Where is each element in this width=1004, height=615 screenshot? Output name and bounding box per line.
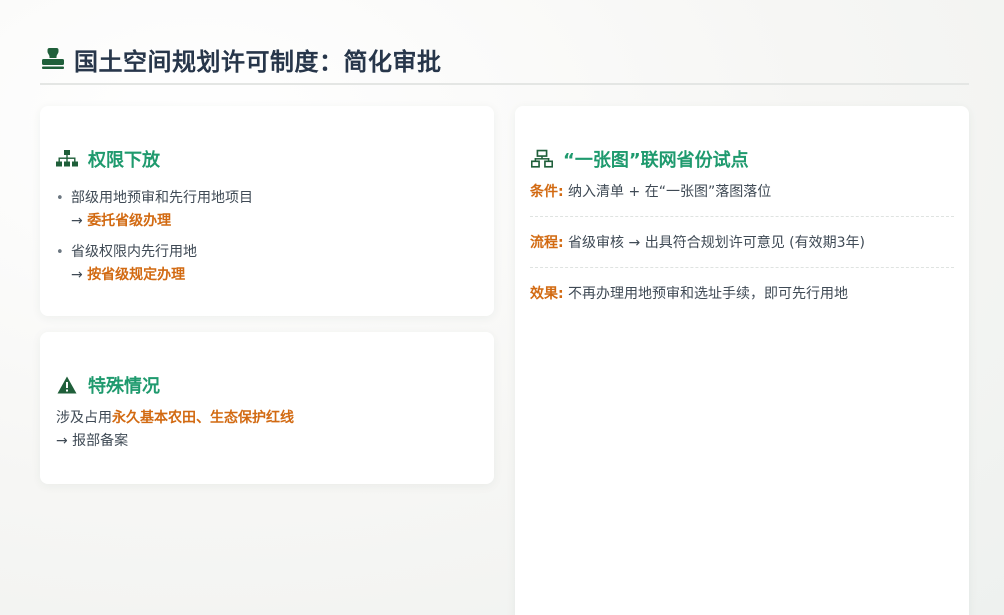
pilot-rows: 条件: 纳入清单 + 在“一张图”落图落位 流程: 省级审核 → 出具符合规划许… (530, 182, 954, 318)
pilot-row-process: 流程: 省级审核 → 出具符合规划许可意见 (有效期3年) (530, 216, 954, 267)
page-title: 国土空间规划许可制度：简化审批 (74, 47, 442, 76)
list-item-result: → 按省级规定办理 (71, 264, 476, 287)
authority-card-title: 权限下放 (56, 146, 160, 172)
pilot-title-text: “一张图”联网省份试点 (563, 150, 749, 171)
list-item: 部级用地预审和先行用地项目 → 委托省级办理 (56, 187, 476, 233)
list-item-result: → 委托省级办理 (71, 210, 476, 233)
warning-icon (56, 374, 78, 396)
highlight-separator: 、 (196, 410, 210, 426)
list-item: 省级权限内先行用地 → 按省级规定办理 (56, 241, 476, 287)
row-text: 省级审核 → 出具符合规划许可意见 (有效期3年) (563, 235, 865, 251)
special-result: → 报部备案 (56, 433, 129, 449)
pilot-card-title: “一张图”联网省份试点 (531, 146, 749, 172)
stamp-icon (40, 45, 66, 71)
highlight-text: 永久基本农田 (112, 410, 196, 426)
page-header: 国土空间规划许可制度：简化审批 (40, 41, 969, 85)
highlight-text: 委托省级办理 (87, 213, 172, 229)
row-text: 纳入清单 + 在“一张图”落图落位 (563, 184, 772, 200)
authority-title-text: 权限下放 (88, 150, 160, 171)
highlight-text: 按省级规定办理 (87, 267, 186, 283)
arrow-text: → (71, 267, 88, 283)
row-label: 流程: (530, 235, 564, 251)
special-title-text: 特殊情况 (88, 376, 160, 397)
pilot-row-effect: 效果: 不再办理用地预审和选址手续，即可先行用地 (530, 267, 954, 318)
row-label: 条件: (530, 184, 564, 200)
special-card-title: 特殊情况 (56, 372, 160, 398)
highlight-text: 生态保护红线 (210, 410, 294, 426)
pilot-card: “一张图”联网省份试点 条件: 纳入清单 + 在“一张图”落图落位 流程: 省级… (515, 106, 969, 615)
row-label: 效果: (530, 286, 564, 302)
arrow-text: → (71, 213, 88, 229)
list-item-text: 部级用地预审和先行用地项目 (71, 190, 253, 206)
authority-card: 权限下放 部级用地预审和先行用地项目 → 委托省级办理 省级权限内先行用地 → … (40, 106, 494, 316)
special-prefix: 涉及占用 (56, 410, 112, 426)
pilot-row-condition: 条件: 纳入清单 + 在“一张图”落图落位 (530, 182, 954, 216)
special-card: 特殊情况 涉及占用永久基本农田、生态保护红线 → 报部备案 (40, 332, 494, 484)
page: 国土空间规划许可制度：简化审批 权限下放 部级 (0, 0, 1004, 615)
list-item-text: 省级权限内先行用地 (71, 244, 197, 260)
special-text: 涉及占用永久基本农田、生态保护红线 → 报部备案 (56, 407, 476, 453)
sitemap-icon (56, 148, 78, 170)
network-icon (531, 148, 553, 170)
authority-list: 部级用地预审和先行用地项目 → 委托省级办理 省级权限内先行用地 → 按省级规定… (56, 187, 476, 295)
row-text: 不再办理用地预审和选址手续，即可先行用地 (563, 286, 849, 302)
